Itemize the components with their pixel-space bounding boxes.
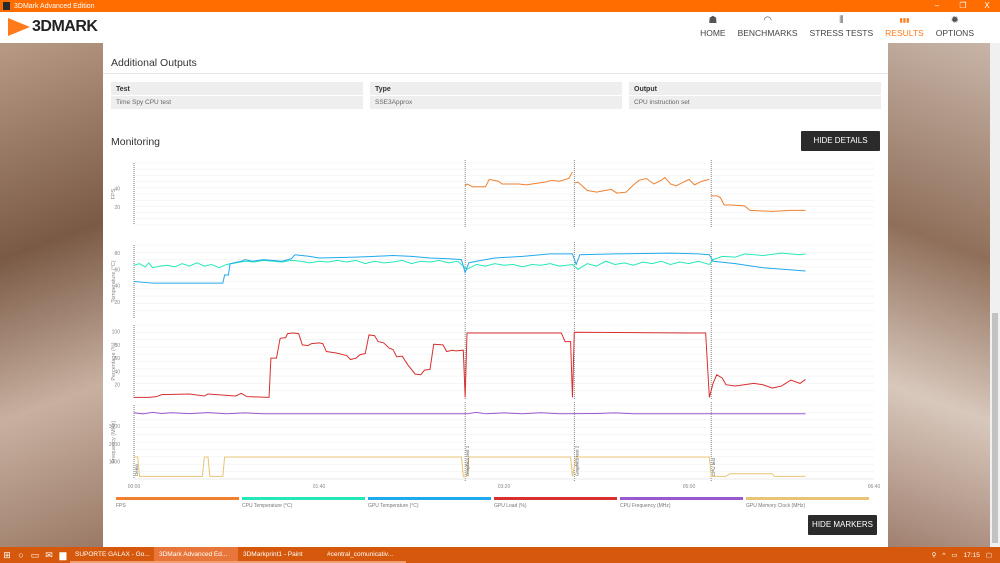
legend-swatch: [746, 497, 869, 500]
taskbar-app-chat[interactable]: #central_comunicativ...: [322, 547, 406, 563]
chevron-up-icon[interactable]: ^: [942, 552, 945, 559]
legend-swatch: [368, 497, 491, 500]
legend-label: CPU Temperature (°C): [242, 503, 293, 509]
marker-label: Graphics test 1: [465, 445, 470, 476]
taskbar: ⊞ ○ ▭ ✉ ▆ SUPORTE GALAX - Go... 3DMark A…: [0, 547, 1000, 563]
y-tick-label: 100: [112, 330, 121, 336]
mail-icon[interactable]: ✉: [42, 550, 56, 561]
clock[interactable]: 17:15: [964, 552, 980, 559]
search-icon[interactable]: ○: [14, 550, 28, 560]
legend-label: CPU Frequency (MHz): [620, 503, 671, 509]
series-line-fps: [464, 171, 573, 188]
y-axis-label: Frequency (MHz): [111, 421, 117, 464]
y-axis-label: Percentage (%): [111, 342, 117, 380]
start-icon[interactable]: ⊞: [0, 550, 14, 561]
series-line-fps: [574, 176, 710, 194]
y-axis-label: Temperature (°C): [111, 260, 117, 302]
x-tick-label: 01:40: [313, 484, 326, 490]
system-tray: ⚲ ^ ▭ 17:15 ▢: [932, 547, 992, 563]
taskbar-app-paint[interactable]: 3DMarkprint1 - Paint: [238, 547, 322, 563]
legend-swatch: [116, 497, 239, 500]
legend-label: GPU Memory Clock (MHz): [746, 503, 806, 509]
series-line-fps: [711, 195, 806, 212]
x-tick-label: 00:00: [128, 484, 141, 490]
marker-label: Graphics test 2: [574, 445, 579, 476]
x-tick-label: 03:20: [498, 484, 511, 490]
legend-label: GPU Load (%): [494, 503, 527, 509]
network-icon[interactable]: ▭: [951, 551, 957, 559]
legend-swatch: [620, 497, 743, 500]
taskbar-app-chrome[interactable]: SUPORTE GALAX - Go...: [70, 547, 154, 563]
task-view-icon[interactable]: ▭: [28, 550, 42, 561]
marker-label: Demo: [134, 463, 139, 476]
y-tick-label: 20: [114, 383, 120, 389]
y-tick-label: 20: [114, 205, 120, 211]
notification-icon[interactable]: ▢: [986, 551, 992, 559]
legend-swatch: [242, 497, 365, 500]
monitoring-chart: 2040FPS20406080Temperature (°C)204060801…: [109, 160, 881, 509]
x-tick-label: 06:40: [868, 484, 881, 490]
legend-label: FPS: [116, 503, 126, 509]
taskbar-app-3dmark[interactable]: 3DMark Advanced Ed...: [154, 547, 238, 563]
series-line-gpu-load-: [134, 331, 806, 398]
x-tick-label: 05:00: [683, 484, 696, 490]
y-tick-label: 80: [114, 251, 120, 257]
legend-label: GPU Temperature (°C): [368, 503, 419, 509]
legend-swatch: [494, 497, 617, 500]
people-icon[interactable]: ⚲: [932, 551, 937, 559]
folder-icon[interactable]: ▆: [56, 550, 70, 561]
y-axis-label: FPS: [111, 188, 117, 199]
marker-label: CPU test: [711, 457, 716, 476]
